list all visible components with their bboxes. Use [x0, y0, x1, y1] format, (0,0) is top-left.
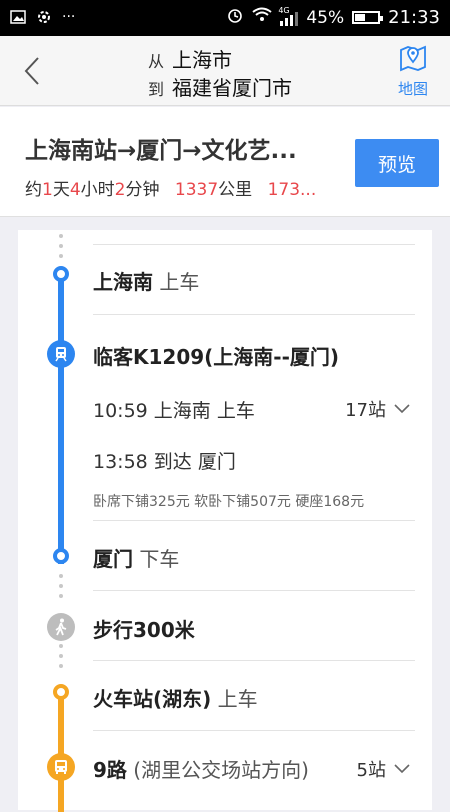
train-name-text: 临客K1209(上海南--厦门) — [93, 345, 340, 369]
route-summary: 上海南站→厦门→文化艺... 约1天4小时2分钟 1337公里 173... 预… — [0, 107, 450, 217]
route-steps-card: 上海南 上车 临客K1209(上海南--厦门) 10:59 上海南 上车 17站… — [18, 230, 432, 812]
from-place: 上海市 — [172, 48, 232, 72]
board-station-marker — [53, 266, 69, 282]
train-fares: 卧席下铺325元 软卧下铺507元 硬座168元 — [93, 494, 365, 510]
alight-action: 下车 — [139, 547, 180, 571]
board-action: 上车 — [159, 270, 200, 294]
train-name: 临客K1209(上海南--厦门) — [93, 341, 339, 370]
train-arrive: 13:58 到达 厦门 — [93, 451, 236, 473]
chevron-down-icon — [394, 404, 410, 414]
chevron-left-icon — [24, 57, 39, 85]
route-header: 从 上海市 到 福建省厦门市 地图 — [0, 36, 450, 106]
bus-board-station: 火车站(湖东) — [93, 687, 212, 711]
divider — [93, 660, 415, 661]
train-depart: 10:59 上海南 上车 — [93, 400, 255, 422]
bus-board-row[interactable]: 火车站(湖东) 上车 — [93, 683, 258, 712]
map-button[interactable]: 地图 — [388, 42, 438, 100]
meta-prefix: 约 — [25, 180, 42, 200]
from-prefix: 从 — [148, 52, 165, 71]
battery-percent: 45% — [306, 7, 345, 28]
train-stops-count: 17站 — [345, 400, 386, 421]
divider — [93, 314, 415, 315]
meta-days-unit: 天 — [52, 180, 70, 200]
bus-icon — [47, 753, 75, 781]
meta-hours: 4 — [69, 180, 81, 200]
bus-route-line — [58, 692, 64, 812]
train-icon — [47, 340, 75, 368]
meta-days: 1 — [42, 180, 53, 200]
meta-distance: 1337 — [174, 180, 219, 200]
bus-board-action: 上车 — [217, 687, 258, 711]
signal-icon: 4G — [278, 6, 299, 26]
divider — [93, 520, 415, 521]
settings-icon — [36, 9, 52, 29]
map-icon — [400, 45, 426, 72]
clock: 21:33 — [388, 7, 440, 28]
more-notifications-icon: ··· — [62, 9, 76, 25]
bus-stops-count: 5站 — [356, 760, 386, 781]
bus-stops-toggle[interactable]: 5站 — [357, 756, 410, 782]
route-title: 上海南站→厦门→文化艺... — [25, 138, 297, 164]
to-prefix: 到 — [148, 80, 165, 99]
preview-button[interactable]: 预览 — [355, 139, 439, 187]
board-station-row[interactable]: 上海南 上车 — [93, 266, 199, 295]
chevron-down-icon — [394, 764, 410, 774]
train-route-line — [58, 274, 64, 564]
divider — [93, 590, 415, 591]
bus-route-row: 9路 (湖里公交场站方向) — [93, 754, 309, 783]
route-endpoints: 从 上海市 到 福建省厦门市 — [148, 44, 292, 100]
train-stops-toggle[interactable]: 17站 — [345, 396, 410, 422]
meta-mins: 2 — [114, 180, 126, 200]
back-button[interactable] — [18, 54, 48, 88]
walk-label: 步行300米 — [93, 618, 195, 642]
map-label: 地图 — [397, 80, 428, 98]
meta-price: 173... — [267, 180, 317, 200]
board-station-name: 上海南 — [93, 270, 153, 294]
status-bar: ··· 4G 45% 21:33 — [0, 0, 450, 36]
bus-route-number: 9路 — [93, 758, 127, 782]
bus-board-marker — [53, 684, 69, 700]
walk-row[interactable]: 步行300米 — [93, 614, 195, 643]
alight-station-name: 厦门 — [93, 547, 133, 571]
network-type-label: 4G — [278, 5, 290, 15]
meta-hours-unit: 小时 — [80, 180, 115, 200]
image-icon — [10, 9, 26, 29]
walk-icon — [47, 613, 75, 641]
divider — [93, 730, 415, 731]
meta-mins-unit: 分钟 — [125, 180, 160, 200]
divider — [93, 244, 415, 245]
to-place: 福建省厦门市 — [172, 76, 292, 100]
battery-icon — [352, 11, 384, 24]
bus-direction: (湖里公交场站方向) — [133, 758, 309, 782]
alight-station-row[interactable]: 厦门 下车 — [93, 543, 179, 572]
wifi-icon — [252, 7, 272, 28]
alight-station-marker — [53, 548, 69, 564]
route-meta: 约1天4小时2分钟 1337公里 173... — [25, 175, 316, 200]
alarm-icon — [226, 6, 244, 29]
meta-distance-unit: 公里 — [218, 180, 253, 200]
